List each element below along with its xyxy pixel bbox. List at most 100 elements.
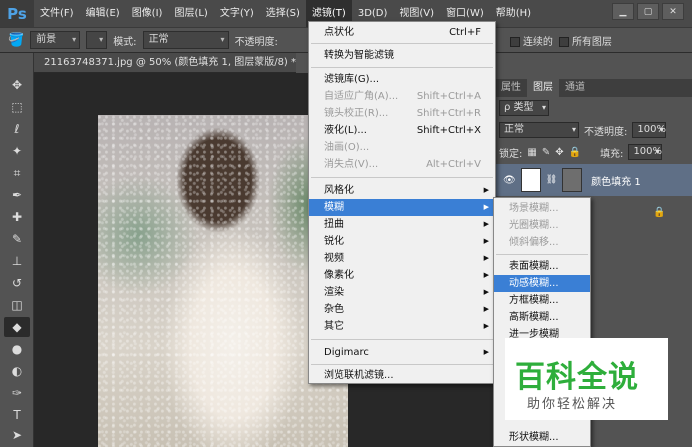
menu-select[interactable]: 选择(S)	[260, 0, 306, 27]
mode-label: 模式:	[113, 36, 137, 48]
lock-position-icon[interactable]: ✥	[555, 147, 563, 158]
menu-item-sharpen[interactable]: 锐化 ▶	[309, 233, 495, 250]
stamp-tool-icon[interactable]: ⊥	[4, 251, 30, 271]
history-brush-icon[interactable]: ↺	[4, 273, 30, 293]
blur-tool-icon[interactable]: ●	[4, 339, 30, 359]
eyedropper-icon[interactable]: ✒	[4, 185, 30, 205]
contiguous-option[interactable]: 连续的	[509, 33, 553, 48]
eraser-tool-icon[interactable]: ◫	[4, 295, 30, 315]
menu-file[interactable]: 文件(F)	[34, 0, 80, 27]
layer-thumbnail	[520, 168, 541, 192]
lasso-tool-icon[interactable]: ℓ	[4, 119, 30, 139]
menu-item-video[interactable]: 视频 ▶	[309, 250, 495, 267]
magic-wand-icon[interactable]: ✦	[4, 141, 30, 161]
tab-layers[interactable]: 图层	[527, 79, 559, 97]
marquee-tool-icon[interactable]: ⬚	[4, 97, 30, 117]
fill-label: 填充:	[600, 148, 624, 160]
link-icon[interactable]: ⛓	[546, 175, 557, 185]
mode-select[interactable]: 正常	[142, 31, 229, 49]
menu-help[interactable]: 帮助(H)	[490, 0, 537, 27]
visibility-eye-icon[interactable]: 👁	[503, 175, 516, 186]
menu-type[interactable]: 文字(Y)	[214, 0, 260, 27]
paint-bucket-icon[interactable]: 🪣	[8, 33, 24, 48]
menu-item-liquify[interactable]: 液化(L)... Shift+Ctrl+X	[309, 122, 495, 139]
tab-channels[interactable]: 通道	[559, 79, 591, 97]
layer-filter-row: ρ 类型	[495, 97, 692, 119]
opacity-label: 不透明度:	[584, 126, 628, 138]
maximize-button[interactable]: ▢	[637, 3, 659, 20]
pen-tool-icon[interactable]: ✑	[4, 383, 30, 403]
photoshop-logo: Ps	[0, 0, 34, 27]
menu-item-blur[interactable]: 模糊 ▶	[309, 199, 495, 216]
menu-item-pixelate[interactable]: 像素化 ▶	[309, 267, 495, 284]
crop-tool-icon[interactable]: ⌗	[4, 163, 30, 183]
opacity-input[interactable]: 100%	[632, 122, 667, 138]
menu-layer[interactable]: 图层(L)	[168, 0, 213, 27]
menu-item-pointillize[interactable]: 点状化 Ctrl+F	[309, 24, 495, 41]
submenu-item-surface-blur[interactable]: 表面模糊...	[494, 258, 590, 275]
menu-edit[interactable]: 编辑(E)	[80, 0, 126, 27]
document-tab[interactable]: 21163748371.jpg @ 50% (颜色填充 1, 图层蒙版/8) *…	[34, 53, 296, 73]
all-layers-option[interactable]: 所有图层	[558, 33, 612, 48]
tab-properties[interactable]: 属性	[495, 79, 527, 97]
lock-pixels-icon[interactable]: ▦	[527, 147, 536, 158]
pattern-select[interactable]	[86, 31, 108, 49]
background-lock-icon: 🔒	[653, 207, 666, 218]
submenu-item-gaussian-blur[interactable]: 高斯模糊...	[494, 309, 590, 326]
menu-item-distort[interactable]: 扭曲 ▶	[309, 216, 495, 233]
menu-item-lens-correction: 镜头校正(R)... Shift+Ctrl+R	[324, 108, 481, 119]
filter-menu: 点状化 Ctrl+F 转换为智能滤镜 滤镜库(G)... 自适应广角(A)... S…	[308, 21, 496, 384]
submenu-item-box-blur[interactable]: 方框模糊...	[494, 292, 590, 309]
menu-item-smart-filter[interactable]: 转换为智能滤镜	[309, 47, 495, 64]
menu-item-stylize[interactable]: 风格化 ▶	[309, 182, 495, 199]
lock-row: 锁定: ▦ ✎ ✥ 🔒 填充: 100%	[495, 141, 692, 163]
menu-item-browse-filters[interactable]: 浏览联机滤镜...	[309, 367, 495, 384]
contiguous-checkbox[interactable]	[509, 36, 520, 47]
close-button[interactable]: ✕	[662, 3, 684, 20]
submenu-item-field-blur: 场景模糊...	[509, 203, 559, 214]
minimize-button[interactable]: ▁	[612, 3, 634, 20]
blend-mode-select[interactable]: 正常	[499, 122, 579, 138]
window-controls: ▁ ▢ ✕	[612, 3, 684, 20]
menu-item-noise[interactable]: 杂色 ▶	[309, 301, 495, 318]
menu-item-digimarc[interactable]: Digimarc ▶	[309, 344, 495, 361]
layer-row-color-fill[interactable]: 👁 ⛓ 颜色填充 1	[495, 164, 692, 196]
document-title: 21163748371.jpg @ 50% (颜色填充 1, 图层蒙版/8) *	[44, 57, 296, 68]
dodge-tool-icon[interactable]: ◐	[4, 361, 30, 381]
submenu-item-iris-blur: 光圈模糊...	[509, 220, 559, 231]
layer-mask-thumbnail[interactable]	[562, 168, 583, 192]
lock-paint-icon[interactable]: ✎	[542, 147, 550, 158]
brush-tool-icon[interactable]: ✎	[4, 229, 30, 249]
path-select-icon[interactable]: ➤	[4, 425, 30, 445]
paint-bucket-tool-icon[interactable]: ◆	[4, 317, 30, 337]
watermark-title: 百科全说	[515, 360, 639, 395]
type-tool-icon[interactable]: T	[4, 405, 30, 425]
submenu-item-motion-blur[interactable]: 动感模糊...	[494, 275, 590, 292]
layer-filter-select[interactable]: ρ 类型	[499, 100, 549, 116]
menu-item-other[interactable]: 其它 ▶	[309, 318, 495, 335]
fill-input[interactable]: 100%	[628, 144, 663, 160]
panel-tabs: 属性 图层 通道	[495, 79, 692, 97]
menu-item-oil-paint: 油画(O)...	[324, 142, 370, 153]
submenu-item-shape-blur[interactable]: 形状模糊...	[494, 429, 590, 446]
lock-all-icon[interactable]: 🔒	[569, 147, 581, 158]
all-layers-label: 所有图层	[571, 36, 612, 48]
watermark-subtitle: 助你轻松解决	[527, 397, 618, 412]
contiguous-label: 连续的	[522, 36, 553, 48]
menu-item-vanishing-point: 消失点(V)... Alt+Ctrl+V	[324, 159, 481, 170]
move-tool-icon[interactable]: ✥	[4, 75, 30, 95]
submenu-item-tilt-shift: 倾斜偏移...	[509, 237, 559, 248]
healing-brush-icon[interactable]: ✚	[4, 207, 30, 227]
all-layers-checkbox[interactable]	[558, 36, 569, 47]
lock-label: 锁定:	[499, 148, 523, 160]
menu-item-render[interactable]: 渲染 ▶	[309, 284, 495, 301]
opacity-label: 不透明度:	[234, 36, 278, 48]
blend-row: 正常 不透明度: 100%	[495, 119, 692, 141]
menu-item-adaptive-wide-angle: 自适应广角(A)... Shift+Ctrl+A	[324, 91, 481, 102]
menu-image[interactable]: 图像(I)	[126, 0, 169, 27]
fill-source-select[interactable]: 前景	[30, 31, 81, 49]
layer-name[interactable]: 颜色填充 1	[591, 173, 641, 188]
watermark-logo: 百科全说 助你轻松解决	[505, 338, 668, 420]
menu-item-filter-gallery[interactable]: 滤镜库(G)...	[309, 71, 495, 88]
tools-panel: ✥ ⬚ ℓ ✦ ⌗ ✒ ✚ ✎ ⊥ ↺ ◫ ◆ ● ◐ ✑ T ➤	[0, 53, 34, 447]
